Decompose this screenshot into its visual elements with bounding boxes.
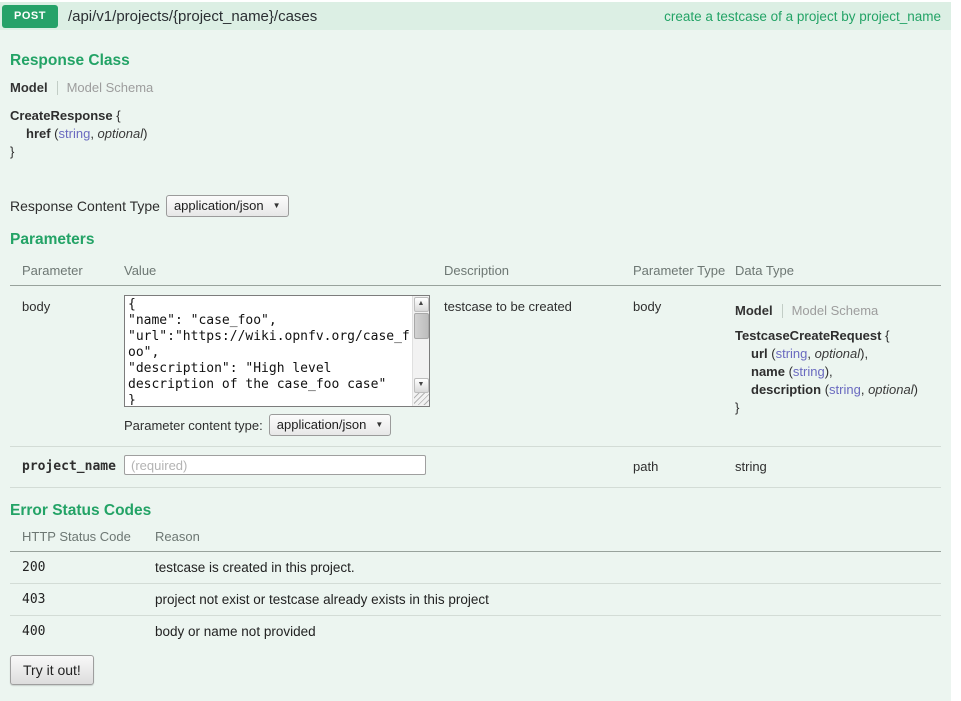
col-value: Value (124, 263, 444, 278)
response-class-heading: Response Class (10, 52, 941, 70)
textarea-scrollbar[interactable]: ▲ ▼ (412, 296, 429, 406)
scroll-up-icon[interactable]: ▲ (414, 297, 429, 312)
response-model-signature: CreateResponse { href (string, optional)… (10, 107, 941, 161)
col-description: Description (444, 263, 633, 278)
tab-divider (57, 81, 58, 95)
param-description (444, 455, 633, 459)
error-table-header: HTTP Status Code Reason (10, 520, 941, 552)
response-content-type-value: application/json (174, 198, 264, 213)
status-reason: body or name not provided (155, 624, 941, 639)
try-it-out-button[interactable]: Try it out! (10, 655, 94, 685)
tab-model-schema[interactable]: Model Schema (792, 303, 879, 318)
parameters-table: Parameter Value Description Parameter Ty… (10, 257, 941, 488)
col-parameter: Parameter (10, 263, 124, 278)
operation-header[interactable]: POST /api/v1/projects/{project_name}/cas… (0, 2, 951, 30)
endpoint-path[interactable]: /api/v1/projects/{project_name}/cases (68, 8, 317, 25)
parameter-content-type-value: application/json (277, 417, 367, 432)
response-content-type-select[interactable]: application/json ▼ (166, 195, 289, 217)
body-value-editor: { "name": "case_foo", "url":"https://wik… (124, 295, 430, 407)
table-row-status-403: 403 project not exist or testcase alread… (10, 584, 941, 616)
param-data-type: string (735, 455, 941, 474)
parameters-table-header: Parameter Value Description Parameter Ty… (10, 257, 941, 286)
parameter-content-type-select[interactable]: application/json ▼ (269, 414, 392, 436)
status-code: 403 (12, 592, 155, 607)
request-model-signature: TestcaseCreateRequest { url (string, opt… (735, 327, 941, 417)
chevron-down-icon: ▼ (273, 201, 281, 210)
tab-model[interactable]: Model (735, 303, 773, 318)
table-row-status-400: 400 body or name not provided (10, 616, 941, 647)
parameter-content-type-label: Parameter content type: (124, 418, 263, 433)
operation-content: Response Class Model Model Schema Create… (0, 30, 951, 701)
param-type: path (633, 455, 735, 474)
operation-block: POST /api/v1/projects/{project_name}/cas… (0, 2, 951, 701)
project-name-input[interactable] (124, 455, 426, 475)
request-model-tabs: Model Model Schema (735, 303, 941, 318)
tab-divider (782, 304, 783, 318)
col-reason: Reason (155, 529, 941, 544)
chevron-down-icon: ▼ (375, 420, 383, 429)
response-content-type-label: Response Content Type (10, 198, 160, 214)
operation-summary-link[interactable]: create a testcase of a project by projec… (664, 9, 941, 24)
col-data-type: Data Type (735, 263, 941, 278)
scroll-down-icon[interactable]: ▼ (414, 378, 429, 393)
status-code: 200 (12, 560, 155, 575)
body-value-textarea[interactable]: { "name": "case_foo", "url":"https://wik… (126, 297, 411, 405)
http-method-badge: POST (2, 5, 58, 28)
tab-model-schema[interactable]: Model Schema (67, 80, 154, 95)
scrollbar-thumb[interactable] (414, 313, 429, 339)
table-row-project-name-param: project_name path string (10, 447, 941, 488)
table-row-status-200: 200 testcase is created in this project. (10, 552, 941, 584)
col-http-status-code: HTTP Status Code (12, 529, 155, 544)
param-description: testcase to be created (444, 295, 633, 436)
status-reason: testcase is created in this project. (155, 560, 941, 575)
tab-model[interactable]: Model (10, 80, 48, 95)
error-status-codes-table: HTTP Status Code Reason 200 testcase is … (10, 520, 941, 647)
param-name-body: body (10, 295, 124, 436)
response-class-tabs: Model Model Schema (10, 80, 941, 95)
resize-grip-icon[interactable] (414, 393, 429, 405)
error-status-codes-heading: Error Status Codes (10, 502, 941, 520)
param-type: body (633, 295, 735, 436)
parameters-heading: Parameters (10, 231, 941, 249)
param-name-project-name: project_name (10, 455, 124, 474)
status-code: 400 (12, 624, 155, 639)
param-data-type: Model Model Schema TestcaseCreateRequest… (735, 295, 941, 436)
table-row-body-param: body { "name": "case_foo", "url":"https:… (10, 286, 941, 447)
status-reason: project not exist or testcase already ex… (155, 592, 941, 607)
col-parameter-type: Parameter Type (633, 263, 735, 278)
